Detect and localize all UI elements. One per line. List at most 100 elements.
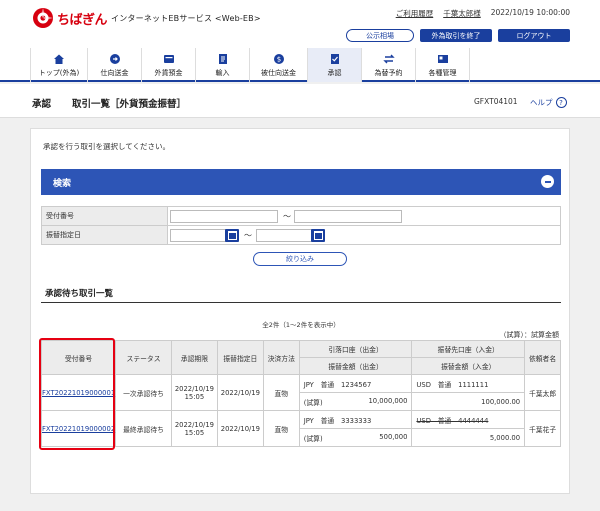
nav-item-import[interactable]: 輸入 — [196, 48, 250, 82]
receipt-no-to-input[interactable] — [294, 210, 402, 223]
nav-item-outward-remittance[interactable]: 仕向送金 — [88, 48, 142, 82]
deadline-time: 15:05 — [184, 392, 205, 401]
debit-amount: 500,000 — [379, 432, 408, 441]
credit-account-text: USD 普通 4444444 — [416, 416, 489, 425]
transfer-date-row: 振替指定日 ～ — [41, 225, 561, 245]
nav-label: 各種管理 — [428, 68, 457, 77]
col-debit-amount: 振替金額（出金） — [298, 357, 413, 375]
collapse-icon[interactable] — [541, 175, 554, 188]
deadline-time: 15:05 — [184, 428, 205, 437]
page-subtitle: 取引一覧［外貨預金振替］ — [72, 99, 187, 110]
col-debit-account: 引落口座（出金） — [298, 340, 413, 358]
table-row: FXT20221019000001 一次承認待ち 2022/10/19 15:05… — [40, 374, 561, 411]
status-cell: 一次承認待ち — [115, 374, 172, 411]
requester-cell: 千葉花子 — [524, 410, 561, 447]
col-requester: 依頼者名 — [524, 340, 561, 375]
logout-button[interactable]: ログアウト — [498, 29, 570, 42]
import-icon — [217, 53, 229, 65]
receipt-no-row: 受付番号 ～ — [41, 206, 561, 226]
end-fx-button[interactable]: 外為取引を終了 — [420, 29, 492, 42]
usage-history-link[interactable]: ご利用履歴 — [396, 8, 434, 19]
status-cell: 最終承認待ち — [115, 410, 172, 447]
credit-amount-cell: 100,000.00 — [411, 392, 526, 411]
debit-account-cell: JPY 普通 3333333 — [298, 410, 413, 429]
nav-label: 被仕向送金 — [261, 68, 296, 77]
col-transfer-date: 振替指定日 — [216, 340, 264, 375]
narrow-down-button[interactable]: 絞り込み — [253, 252, 347, 266]
login-datetime: 2022/10/19 10:00:00 — [490, 8, 570, 17]
public-rates-button[interactable]: 公示相場 — [346, 29, 414, 42]
header-buttons: 公示相場 外為取引を終了 ログアウト — [346, 29, 570, 42]
approval-icon — [329, 53, 341, 65]
col-settlement: 決済方法 — [262, 340, 300, 375]
deadline-cell: 2022/10/19 15:05 — [170, 410, 218, 447]
help-label: ヘルプ — [530, 98, 553, 107]
search-panel-header[interactable]: 検索 — [41, 169, 561, 195]
receipt-no-cell: FXT20221019000001 — [40, 374, 117, 411]
transaction-table: 受付番号 ステータス 承認期限 振替指定日 決済方法 引落口座（出金） 振替先口… — [40, 340, 561, 447]
help-link[interactable]: ヘルプ ? — [530, 97, 567, 108]
col-credit-account: 振替先口座（入金） — [411, 340, 526, 358]
credit-account-cell: USD 普通 4444444 — [411, 410, 526, 429]
instruction-text: 承認を行う取引を選択してください。 — [43, 142, 171, 151]
trial-note: （試算）：試算金額 — [499, 331, 560, 339]
bank-logo[interactable]: ちばぎん インターネットEBサービス <Web-EB> — [32, 8, 261, 28]
nav-item-approval[interactable]: 承認 — [308, 48, 362, 82]
nav-item-top[interactable]: トップ(外為) — [30, 48, 88, 82]
nav-item-fx-deposit[interactable]: 外貨預金 — [142, 48, 196, 82]
range-separator: ～ — [244, 231, 252, 240]
page-title: 承認 — [32, 99, 52, 110]
debit-amount-cell: (試算) 500,000 — [298, 428, 413, 447]
management-icon — [437, 53, 449, 65]
calendar-icon[interactable] — [225, 229, 239, 242]
list-title: 承認待ち取引一覧 — [45, 289, 114, 299]
requester-cell: 千葉太郎 — [524, 374, 561, 411]
divider — [41, 302, 561, 303]
trial-label: (試算) — [303, 398, 323, 407]
exchange-icon — [382, 53, 395, 65]
nav-label: 外貨預金 — [154, 68, 183, 77]
calendar-icon[interactable] — [311, 229, 325, 242]
transfer-date-to-input[interactable] — [256, 229, 312, 242]
header: ちばぎん インターネットEBサービス <Web-EB> ご利用履歴 千葉太郎様 … — [0, 0, 600, 48]
col-receipt-no: 受付番号 — [40, 340, 117, 375]
debit-amount-cell: (試算) 10,000,000 — [298, 392, 413, 411]
receive-money-icon: $ — [273, 53, 285, 65]
main-panel: 承認を行う取引を選択してください。 検索 受付番号 ～ 振替指定日 ～ 絞り込み… — [30, 128, 570, 494]
credit-account-cell: USD 普通 1111111 — [411, 374, 526, 393]
receipt-no-label: 受付番号 — [42, 207, 168, 225]
global-nav: トップ(外為) 仕向送金 外貨預金 輸入 $ 被仕向送金 承認 為替予約 各種管 — [0, 48, 600, 82]
nav-item-inward-remittance[interactable]: $ 被仕向送金 — [250, 48, 308, 82]
settlement-cell: 直物 — [262, 410, 300, 447]
nav-label: 仕向送金 — [100, 68, 129, 77]
credit-amount-cell: 5,000.00 — [411, 428, 526, 447]
receipt-no-link[interactable]: FXT20221019000001 — [42, 389, 115, 397]
nav-label: トップ(外為) — [38, 68, 80, 77]
send-money-icon — [109, 53, 121, 65]
home-icon — [53, 53, 65, 65]
search-title: 検索 — [53, 178, 72, 189]
chibagin-logo-icon — [32, 7, 54, 29]
transfer-date-from-input[interactable] — [170, 229, 226, 242]
nav-label: 承認 — [327, 68, 342, 77]
nav-item-exchange-contract[interactable]: 為替予約 — [362, 48, 416, 82]
nav-item-management[interactable]: 各種管理 — [416, 48, 470, 82]
transfer-date-cell: 2022/10/19 — [216, 374, 264, 411]
deadline-date: 2022/10/19 — [174, 384, 214, 393]
user-name[interactable]: 千葉太郎様 — [443, 8, 481, 19]
nav-label: 為替予約 — [374, 68, 403, 77]
transfer-date-label: 振替指定日 — [42, 226, 168, 244]
receipt-no-link[interactable]: FXT20221019000002 — [42, 425, 115, 433]
receipt-no-from-input[interactable] — [170, 210, 278, 223]
svg-text:$: $ — [276, 55, 280, 63]
col-status: ステータス — [115, 340, 172, 375]
settlement-cell: 直物 — [262, 374, 300, 411]
col-deadline: 承認期限 — [170, 340, 218, 375]
deadline-cell: 2022/10/19 15:05 — [170, 374, 218, 411]
service-name: インターネットEBサービス <Web-EB> — [111, 13, 261, 23]
deadline-date: 2022/10/19 — [174, 420, 214, 429]
top-links: ご利用履歴 千葉太郎様 2022/10/19 10:00:00 — [396, 8, 570, 19]
trial-label: (試算) — [303, 434, 323, 443]
receipt-no-cell: FXT20221019000002 — [40, 410, 117, 447]
table-row: FXT20221019000002 最終承認待ち 2022/10/19 15:05… — [40, 410, 561, 447]
